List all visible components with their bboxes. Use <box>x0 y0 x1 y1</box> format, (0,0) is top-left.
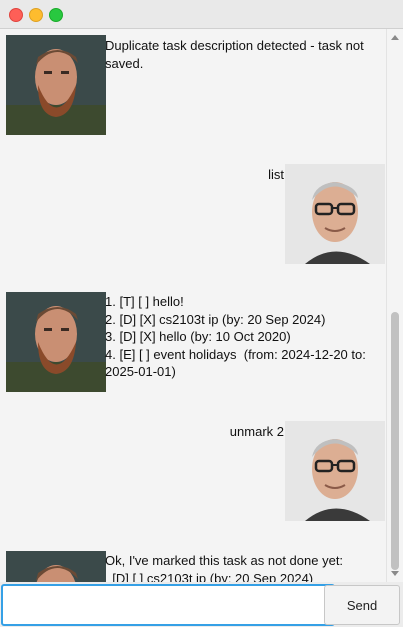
title-bar <box>0 0 403 29</box>
bot-message: Duplicate task description detected - ta… <box>105 38 364 71</box>
message-input[interactable] <box>1 584 335 626</box>
send-button[interactable]: Send <box>324 585 400 625</box>
input-bar: Send <box>0 582 403 627</box>
user-avatar <box>285 164 385 264</box>
bot-message: 1. [T] [ ] hello! 2. [D] [X] cs2103t ip … <box>105 294 366 379</box>
user-avatar <box>285 421 385 521</box>
user-message: unmark 2 <box>229 424 284 439</box>
bot-avatar <box>6 292 106 392</box>
minimize-window-button[interactable] <box>29 8 43 22</box>
close-window-button[interactable] <box>9 8 23 22</box>
scroll-down-icon[interactable] <box>391 571 399 576</box>
bot-avatar <box>6 551 106 582</box>
scroll-up-icon[interactable] <box>391 35 399 40</box>
app-window: Duplicate task description detected - ta… <box>0 0 403 627</box>
user-message: list <box>268 167 284 182</box>
zoom-window-button[interactable] <box>49 8 63 22</box>
scrollbar-thumb[interactable] <box>391 312 399 570</box>
bot-message: Ok, I've marked this task as not done ye… <box>105 553 344 582</box>
bot-avatar <box>6 35 106 135</box>
chat-scroll-pane[interactable]: Duplicate task description detected - ta… <box>0 29 386 582</box>
vertical-scrollbar[interactable] <box>386 29 403 582</box>
